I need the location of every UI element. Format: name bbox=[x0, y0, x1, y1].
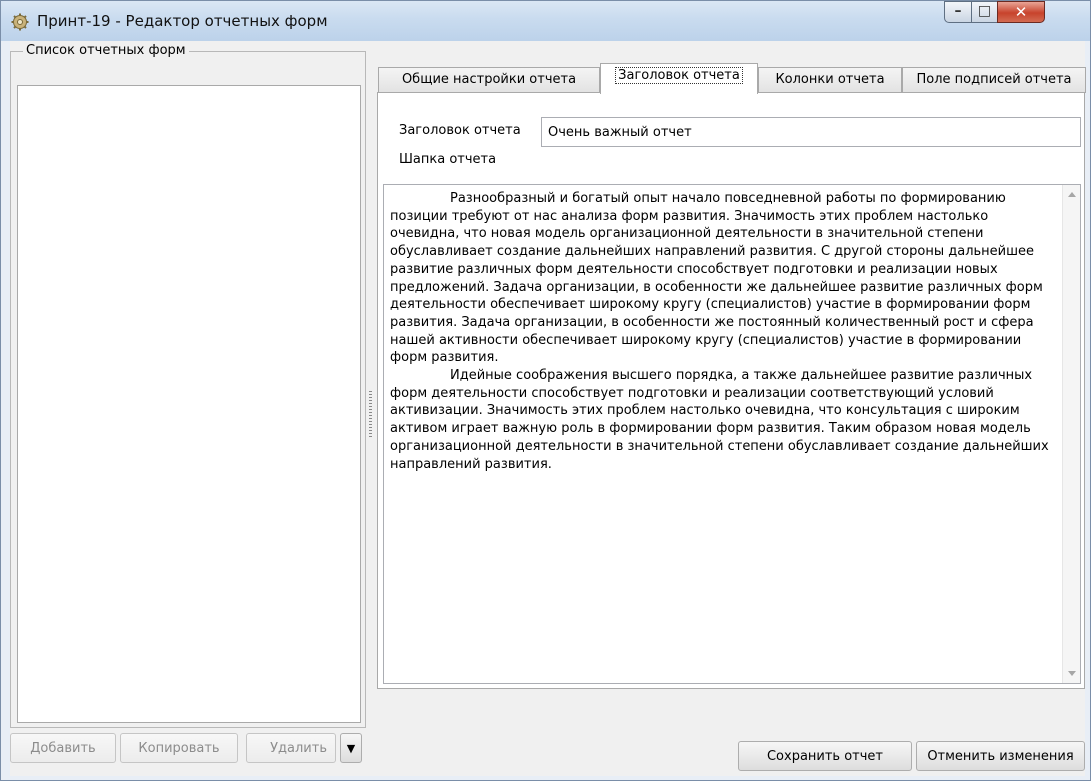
tab-general-settings[interactable]: Общие настройки отчета bbox=[378, 67, 600, 93]
add-button[interactable]: Добавить bbox=[10, 733, 116, 763]
report-forms-panel: Список отчетных форм bbox=[10, 43, 366, 728]
save-report-button[interactable]: Сохранить отчет bbox=[738, 741, 912, 771]
title-bar[interactable]: Принт-19 - Редактор отчетных форм – □ ✕ bbox=[1, 1, 1090, 41]
vertical-scrollbar[interactable] bbox=[1062, 185, 1080, 683]
maximize-icon: □ bbox=[977, 3, 992, 19]
report-forms-list[interactable] bbox=[17, 85, 361, 723]
maximize-button[interactable]: □ bbox=[971, 1, 998, 23]
minimize-icon: – bbox=[954, 3, 962, 19]
report-forms-group: Список отчетных форм bbox=[10, 43, 366, 728]
copy-button[interactable]: Копировать bbox=[120, 733, 238, 763]
report-title-input[interactable] bbox=[541, 117, 1081, 147]
delete-button[interactable]: Удалить bbox=[246, 733, 336, 763]
minimize-button[interactable]: – bbox=[944, 1, 972, 23]
window-title: Принт-19 - Редактор отчетных форм bbox=[37, 12, 328, 30]
report-header-textarea[interactable]: Разнообразный и богатый опыт начало повс… bbox=[383, 184, 1081, 684]
header-paragraph: Идейные соображения высшего порядка, а т… bbox=[390, 368, 1049, 472]
tab-page-report-title: Заголовок отчета Шапка отчета Разнообраз… bbox=[377, 92, 1085, 689]
tab-report-columns[interactable]: Колонки отчета bbox=[758, 67, 902, 93]
report-forms-group-title: Список отчетных форм bbox=[23, 43, 189, 58]
app-window: Принт-19 - Редактор отчетных форм – □ ✕ … bbox=[0, 0, 1091, 781]
tab-report-title[interactable]: Заголовок отчета bbox=[600, 63, 758, 94]
client-area: Список отчетных форм Добавить Копировать… bbox=[10, 41, 1086, 776]
tab-strip: Общие настройки отчета Заголовок отчета … bbox=[378, 63, 1086, 94]
scroll-down-icon[interactable] bbox=[1068, 671, 1076, 676]
cancel-changes-button[interactable]: Отменить изменения bbox=[916, 741, 1085, 771]
report-header-text: Разнообразный и богатый опыт начало повс… bbox=[390, 190, 1054, 473]
close-button[interactable]: ✕ bbox=[997, 1, 1045, 23]
scroll-up-icon[interactable] bbox=[1068, 192, 1076, 197]
header-paragraph: Разнообразный и богатый опыт начало повс… bbox=[390, 191, 1043, 366]
app-gear-icon bbox=[11, 13, 29, 31]
report-title-label: Заголовок отчета bbox=[399, 123, 521, 138]
splitter-grip[interactable] bbox=[369, 391, 372, 437]
tab-signatures[interactable]: Поле подписей отчета bbox=[902, 67, 1086, 93]
close-icon: ✕ bbox=[1014, 3, 1028, 21]
chevron-down-icon: ▼ bbox=[346, 741, 356, 755]
delete-dropdown-button[interactable]: ▼ bbox=[340, 733, 362, 763]
report-header-label: Шапка отчета bbox=[399, 152, 497, 167]
